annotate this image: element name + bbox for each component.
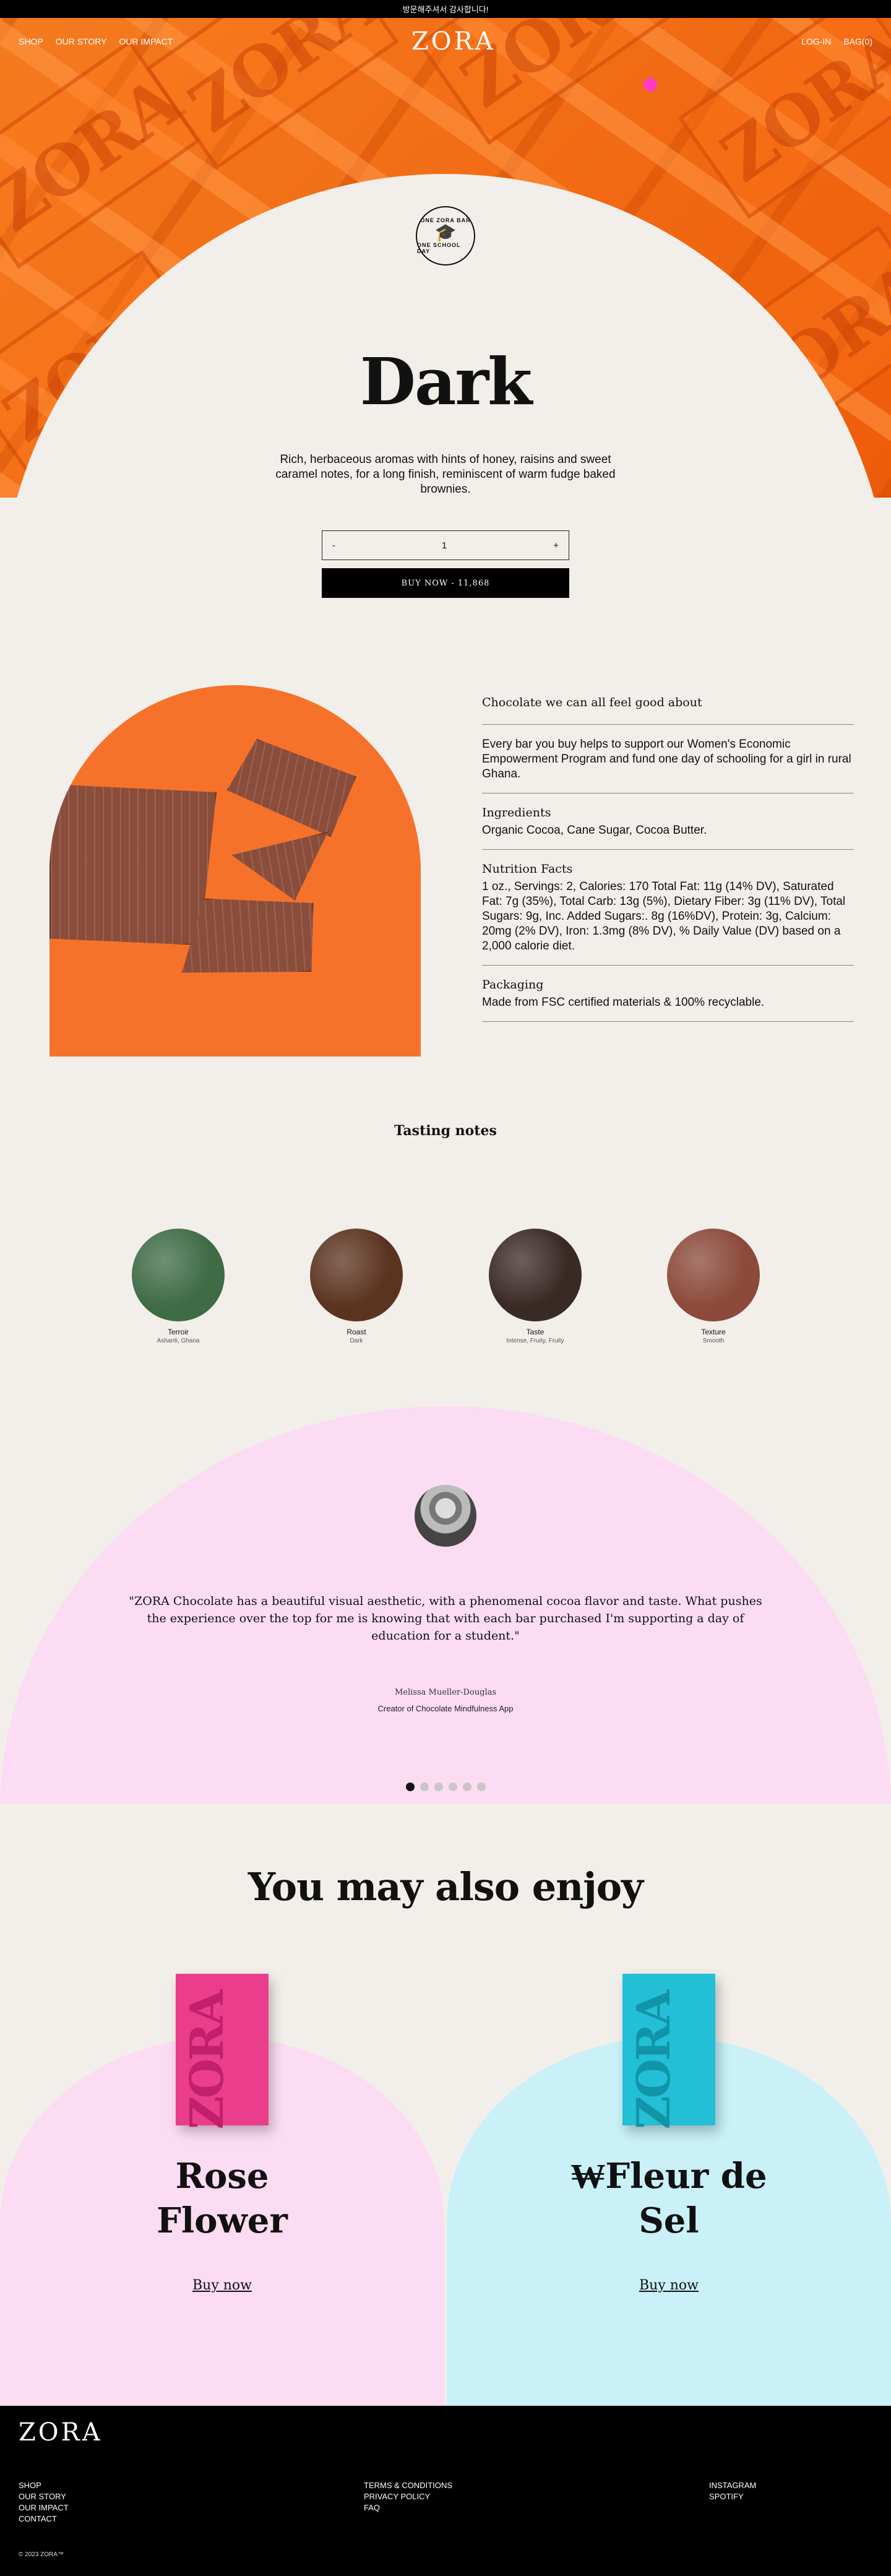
tasting-note-name: Taste — [526, 1328, 544, 1336]
ingredients-title: Ingredients — [482, 806, 551, 819]
tasting-note-name: Roast — [346, 1328, 366, 1336]
rose-flower-name: Rose Flower — [157, 2156, 288, 2241]
footer-contact-link[interactable]: CONTACT — [19, 2513, 69, 2525]
product-title: Dark — [359, 344, 532, 420]
footer: ZORA SHOP OUR STORY OUR IMPACT CONTACT T… — [0, 2406, 891, 2576]
tasting-note-terroir: Terroir Ashanti, Ghana — [129, 1229, 228, 1344]
qty-value[interactable]: 1 — [442, 540, 447, 551]
tasting-note-name: Texture — [701, 1328, 726, 1336]
footer-shop-link[interactable]: SHOP — [19, 2480, 69, 2491]
cursor-dot — [644, 78, 657, 92]
fleur-de-sel-name: ₩Fleur de Sel — [570, 2156, 767, 2241]
fleur-de-sel-buy-link[interactable]: Buy now — [639, 2278, 699, 2293]
carousel-dot[interactable] — [476, 1783, 486, 1791]
ingredients-block: Ingredients Organic Cocoa, Cane Sugar, C… — [482, 793, 854, 850]
site-logo[interactable]: ZORA — [411, 27, 496, 56]
fleur-de-sel-bar-image[interactable]: ZORA — [622, 1974, 715, 2129]
quantity-stepper: - 1 + — [322, 530, 569, 560]
ingredients-text: Organic Cocoa, Cane Sugar, Cocoa Butter. — [482, 824, 707, 837]
tasting-note-sub: Smooth — [702, 1338, 725, 1344]
rose-flower-buy: Buy now — [0, 2278, 444, 2293]
footer-logo[interactable]: ZORA — [19, 2418, 103, 2447]
bar-logo-text: ZORA — [181, 1992, 234, 2130]
bag-link[interactable]: BAG(0) — [843, 37, 872, 46]
testimonial-role: Creator of Chocolate Mindfulness App — [377, 1704, 514, 1713]
packaging-block: Packaging Made from FSC certified materi… — [482, 966, 854, 1022]
product-image — [50, 685, 421, 1057]
carousel-dots — [0, 1783, 891, 1791]
nutrition-title: Nutrition Facts — [482, 862, 573, 876]
nav-shop-link[interactable]: SHOP — [19, 37, 43, 46]
enjoy-title: You may also enjoy — [248, 1864, 644, 1909]
buy-now-button[interactable]: BUY NOW - 11,868 — [322, 568, 569, 598]
packaging-title: Packaging — [482, 978, 544, 992]
top-nav: SHOP OUR STORY OUR IMPACT ZORA LOG-IN BA… — [0, 18, 891, 67]
qty-minus-button[interactable]: - — [332, 540, 335, 551]
facts-intro-block: Every bar you buy helps to support our W… — [482, 725, 854, 793]
announcement-text: 방문해주셔서 감사합니다! — [402, 5, 489, 14]
graduation-cap-icon: 🎓 — [434, 223, 457, 242]
roast-image — [310, 1229, 403, 1321]
chocolate-piece — [231, 832, 339, 910]
nutrition-text: 1 oz., Servings: 2, Calories: 170 Total … — [482, 880, 846, 953]
tasting-note-taste: Taste Intense, Fruity, Fruity — [486, 1229, 585, 1344]
footer-copyright: © 2023 ZORA™ — [19, 2551, 64, 2558]
rose-flower-bar-image[interactable]: ZORA — [176, 1974, 269, 2129]
footer-spotify-link[interactable]: SPOTIFY — [709, 2491, 756, 2502]
tasting-notes-title: Tasting notes — [394, 1123, 497, 1139]
nutrition-block: Nutrition Facts 1 oz., Servings: 2, Calo… — [482, 850, 854, 966]
nav-left: SHOP OUR STORY OUR IMPACT — [19, 37, 173, 46]
carousel-dot[interactable] — [448, 1783, 457, 1791]
testimonial-author: Melissa Mueller-Douglas — [394, 1688, 497, 1697]
footer-our-story-link[interactable]: OUR STORY — [19, 2491, 69, 2502]
rose-flower-buy-link[interactable]: Buy now — [192, 2278, 252, 2293]
footer-terms-link[interactable]: TERMS & CONDITIONS — [364, 2480, 452, 2491]
nav-our-story-link[interactable]: OUR STORY — [56, 37, 107, 46]
bar-logo-text: ZORA — [627, 1992, 681, 2130]
tasting-note-sub: Intense, Fruity, Fruity — [506, 1338, 564, 1344]
testimonial-quote: "ZORA Chocolate has a beautiful visual a… — [129, 1594, 762, 1643]
facts-intro: Every bar you buy helps to support our W… — [482, 738, 851, 780]
qty-plus-button[interactable]: + — [553, 540, 559, 551]
footer-our-impact-link[interactable]: OUR IMPACT — [19, 2502, 69, 2513]
facts-heading-block: Chocolate we can all feel good about — [482, 688, 854, 725]
chocolate-piece — [222, 735, 360, 840]
tasting-note-name: Terroir — [167, 1328, 189, 1336]
avatar — [415, 1485, 476, 1547]
tasting-note-texture: Texture Smooth — [664, 1229, 763, 1344]
tasting-note-roast: Roast Dark — [307, 1229, 406, 1344]
carousel-dot[interactable] — [434, 1783, 443, 1791]
nav-our-impact-link[interactable]: OUR IMPACT — [119, 37, 173, 46]
carousel-dot[interactable] — [462, 1783, 471, 1791]
product-description: Rich, herbaceous aromas with hints of ho… — [275, 453, 616, 496]
announcement-bar: 방문해주셔서 감사합니다! — [0, 0, 891, 18]
nav-right: LOG-IN BAG(0) — [801, 37, 872, 46]
login-link[interactable]: LOG-IN — [801, 37, 831, 46]
footer-privacy-link[interactable]: PRIVACY POLICY — [364, 2491, 452, 2502]
packaging-text: Made from FSC certified materials & 100%… — [482, 996, 765, 1009]
footer-faq-link[interactable]: FAQ — [364, 2502, 452, 2513]
footer-instagram-link[interactable]: INSTAGRAM — [709, 2480, 756, 2491]
footer-col-site: SHOP OUR STORY OUR IMPACT CONTACT — [19, 2480, 69, 2525]
fleur-de-sel-buy: Buy now — [447, 2278, 891, 2293]
product-facts: Chocolate we can all feel good about Eve… — [482, 688, 854, 1022]
chocolate-piece — [50, 784, 217, 945]
tasting-note-sub: Ashanti, Ghana — [157, 1338, 200, 1344]
footer-col-legal: TERMS & CONDITIONS PRIVACY POLICY FAQ — [364, 2480, 452, 2513]
taste-image — [489, 1229, 582, 1321]
texture-image — [667, 1229, 760, 1321]
tasting-note-sub: Dark — [350, 1338, 363, 1344]
carousel-dot[interactable] — [420, 1783, 429, 1791]
one-bar-one-day-badge: ONE ZORA BAR 🎓 ONE SCHOOL DAY — [416, 206, 475, 266]
footer-col-social: INSTAGRAM SPOTIFY — [709, 2480, 756, 2502]
facts-heading: Chocolate we can all feel good about — [482, 696, 702, 709]
terroir-image — [132, 1229, 225, 1321]
badge-bottom-text: ONE SCHOOL DAY — [417, 242, 461, 254]
carousel-dot[interactable] — [405, 1783, 415, 1791]
